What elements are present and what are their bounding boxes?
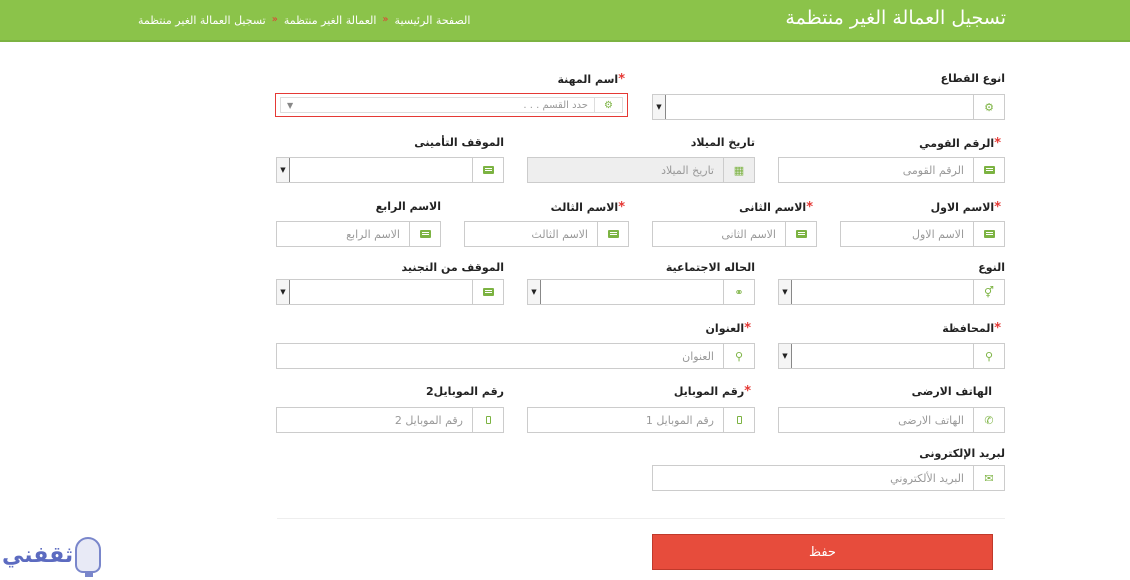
breadcrumb-section[interactable]: العمالة الغير منتظمة [284,14,377,27]
birth-date-input[interactable]: تاريخ الميلاد ▦ [527,157,755,183]
mobile-icon [723,408,754,432]
id-card-icon [472,280,503,304]
national-id-label: *الرقم القومي [919,136,1001,151]
gender-label: النوع [978,261,1005,274]
landline-label: الهاتف الارضى [911,385,992,398]
dropdown-caret-icon: ▼ [653,95,666,119]
governorate-label: *المحافظة [942,321,1001,336]
governorate-select[interactable]: ▼ ⚲ [778,343,1005,369]
breadcrumb-separator: « [382,14,389,25]
mobile-input[interactable]: رقم الموبايل 1 [527,407,755,433]
mobile2-input[interactable]: رقم الموبايل 2 [276,407,504,433]
sector-label: انوع القطاع [940,72,1005,85]
fourth-name-label: الاسم الرابع [375,200,441,213]
second-name-input[interactable]: الاسم الثانى [652,221,817,247]
envelope-icon: ✉ [973,466,1004,490]
third-name-input[interactable]: الاسم الثالث [464,221,629,247]
dropdown-caret-icon: ▼ [779,280,792,304]
page-title: تسجيل العمالة الغير منتظمة [785,7,1006,29]
form-divider [277,518,1005,519]
id-card-icon [472,158,503,182]
breadcrumb-home[interactable]: الصفحة الرئيسية [395,14,471,27]
first-name-label: *الاسم الاول [930,200,1001,215]
third-name-label: *الاسم الثالث [550,200,625,215]
marital-status-label: الحاله الاجتماعية [665,261,755,274]
gender-select[interactable]: ▼ ⚥ [778,279,1005,305]
calendar-icon: ▦ [723,158,754,182]
id-card-icon [973,222,1004,246]
landline-input[interactable]: الهاتف الارضى ✆ [778,407,1005,433]
dropdown-caret-icon: ▼ [779,344,792,368]
profession-placeholder: حدد القسم . . . [523,100,588,111]
mobile-label: *رقم الموبايل [673,384,751,399]
mobile2-label: رقم الموبايل2 [425,385,504,398]
first-name-input[interactable]: الاسم الاول [840,221,1005,247]
id-card-icon [973,158,1004,182]
rings-icon: ⚭ [723,280,754,304]
map-pin-icon: ⚲ [973,344,1004,368]
site-logo: ثقفني [2,532,102,578]
save-button[interactable]: حفظ [652,534,993,570]
email-input[interactable]: البريد الألكتروني ✉ [652,465,1005,491]
dropdown-caret-icon: ▼ [277,280,290,304]
fourth-name-input[interactable]: الاسم الرابع [276,221,441,247]
military-status-label: الموقف من التجنيد [401,261,505,274]
sector-select[interactable]: ▼ ⚙ [652,94,1005,120]
phone-icon: ✆ [973,408,1004,432]
page-header: تسجيل العمالة الغير منتظمة الصفحة الرئيس… [0,0,1130,42]
profession-select[interactable]: ▼ حدد القسم . . . ⚙ [275,93,628,117]
cogs-icon: ⚙ [973,95,1004,119]
address-input[interactable]: العنوان ⚲ [276,343,755,369]
lightbulb-icon [75,537,102,577]
national-id-input[interactable]: الرقم القومى [778,157,1005,183]
gender-icon: ⚥ [973,280,1004,304]
address-label: *العنوان [705,321,751,336]
breadcrumb-separator: « [271,14,278,25]
logo-text: ثقفني [2,542,74,568]
insurance-status-select[interactable]: ▼ [276,157,504,183]
dropdown-caret-icon: ▼ [277,158,290,182]
breadcrumb-current: تسجيل العمالة الغير منتظمة [138,14,266,27]
cogs-icon: ⚙ [594,98,622,112]
marital-status-select[interactable]: ▼ ⚭ [527,279,755,305]
birth-date-label: تاريخ الميلاد [690,136,755,149]
profession-label: *اسم المهنة [557,72,625,87]
id-card-icon [409,222,440,246]
email-label: لبريد الإلكترونى [919,447,1005,460]
breadcrumb: الصفحة الرئيسية « العمالة الغير منتظمة «… [138,14,470,27]
id-card-icon [597,222,628,246]
military-status-select[interactable]: ▼ [276,279,504,305]
dropdown-caret-icon: ▼ [287,101,294,110]
second-name-label: *الاسم الثانى [739,200,813,215]
dropdown-caret-icon: ▼ [528,280,541,304]
id-card-icon [785,222,816,246]
insurance-status-label: الموقف التأمينى [414,136,504,149]
mobile-icon [472,408,503,432]
map-pin-icon: ⚲ [723,344,754,368]
required-mark: * [618,72,625,87]
